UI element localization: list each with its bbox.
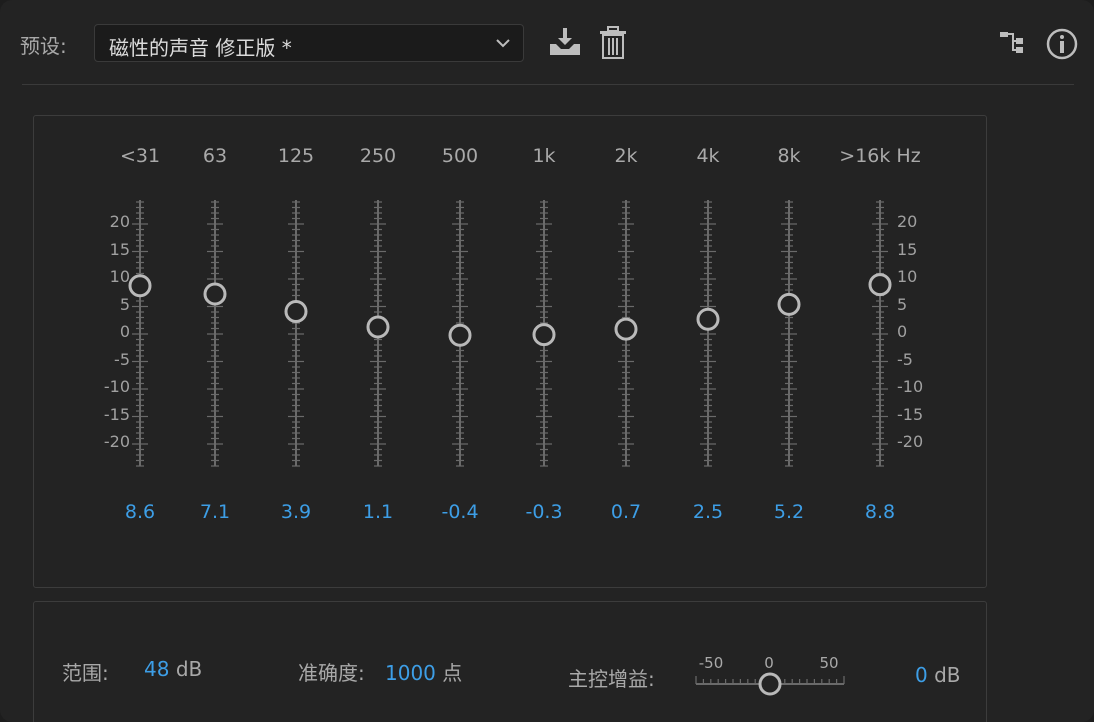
band-slider-knob[interactable] xyxy=(532,323,556,347)
band-slider-knob[interactable] xyxy=(128,274,152,298)
band-gain-value[interactable]: 0.7 xyxy=(611,501,641,523)
band-gain-value[interactable]: 8.6 xyxy=(125,501,155,523)
master-gain-readout[interactable]: 0 dB xyxy=(915,663,961,687)
band-gain-value[interactable]: 1.1 xyxy=(363,501,393,523)
band-slider[interactable] xyxy=(128,200,152,467)
master-gain-label: 主控增益: xyxy=(568,667,655,691)
band-gain-value[interactable]: -0.3 xyxy=(525,501,562,523)
range-label: 范围: xyxy=(62,661,109,685)
master-gain-value[interactable]: 0 xyxy=(915,663,928,687)
band-slider[interactable] xyxy=(366,200,390,467)
band-gain-value[interactable]: 7.1 xyxy=(200,501,230,523)
band-gain-value[interactable]: 2.5 xyxy=(693,501,723,523)
band-slider[interactable] xyxy=(203,200,227,467)
band-slider[interactable] xyxy=(696,200,720,467)
accuracy-control[interactable]: 1000 点 xyxy=(385,657,462,686)
range-value[interactable]: 48 xyxy=(144,657,169,681)
band-slider[interactable] xyxy=(448,200,472,467)
band-slider[interactable] xyxy=(614,200,638,467)
band-slider[interactable] xyxy=(777,200,801,467)
band-slider[interactable] xyxy=(284,200,308,467)
band-slider-knob[interactable] xyxy=(868,273,892,297)
accuracy-unit: 点 xyxy=(442,661,463,685)
band-gain-value[interactable]: 3.9 xyxy=(281,501,311,523)
band-slider[interactable] xyxy=(532,200,556,467)
band-slider[interactable] xyxy=(868,200,892,467)
band-slider-knob[interactable] xyxy=(366,315,390,339)
range-control[interactable]: 48 dB xyxy=(144,657,202,681)
band-slider-knob[interactable] xyxy=(284,300,308,324)
band-gain-value[interactable]: 8.8 xyxy=(865,501,895,523)
band-slider-knob[interactable] xyxy=(448,323,472,347)
band-slider-knob[interactable] xyxy=(696,307,720,331)
band-gain-value[interactable]: 5.2 xyxy=(774,501,804,523)
accuracy-label: 准确度: xyxy=(298,661,365,685)
band-slider-knob[interactable] xyxy=(203,282,227,306)
band-slider-knob[interactable] xyxy=(777,292,801,316)
band-slider-knob[interactable] xyxy=(614,317,638,341)
master-gain-unit: dB xyxy=(934,663,961,687)
band-gain-value[interactable]: -0.4 xyxy=(441,501,478,523)
graphic-eq-window: 预设: 磁性的声音 修正版 * <31 63 125 250 500 1k 2k… xyxy=(0,0,1094,722)
accuracy-value[interactable]: 1000 xyxy=(385,661,436,685)
range-unit: dB xyxy=(175,657,203,681)
master-gain-knob[interactable] xyxy=(758,672,782,696)
master-gain-slider[interactable] xyxy=(690,668,850,698)
